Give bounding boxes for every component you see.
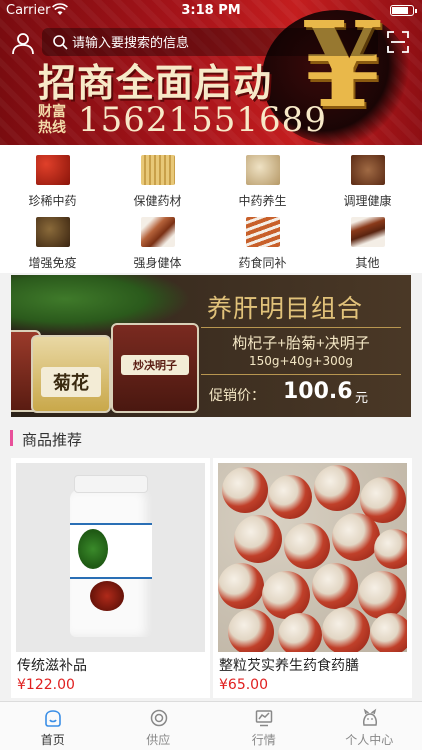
promo-price-label: 促销价： xyxy=(209,388,265,404)
tab-label: 首页 xyxy=(40,733,65,747)
category-label: 调理健康 xyxy=(343,194,392,208)
tab-supply[interactable]: 供应 xyxy=(106,702,212,750)
category-item[interactable]: 其他 xyxy=(315,209,420,271)
search-input[interactable] xyxy=(72,28,372,56)
tab-profile[interactable]: 个人中心 xyxy=(317,702,422,750)
seed-graphic xyxy=(228,609,274,652)
bottle-leaf-graphic xyxy=(78,529,108,569)
category-thumbnail xyxy=(351,155,385,185)
seed-graphic xyxy=(234,515,282,563)
jar-label: 炒决明子 xyxy=(121,355,189,375)
category-thumbnail xyxy=(141,155,175,185)
scan-icon[interactable] xyxy=(386,30,410,54)
seed-graphic xyxy=(262,571,310,619)
category-label: 增强免疫 xyxy=(28,256,77,270)
product-jar: 菊花 xyxy=(31,335,111,413)
status-time: 3:18 PM xyxy=(181,3,241,18)
category-label: 强身健体 xyxy=(133,256,182,270)
seed-graphic xyxy=(312,563,358,609)
product-image xyxy=(218,463,407,652)
tab-bar: 首页 供应 行情 个人中心 xyxy=(0,701,422,750)
seed-graphic xyxy=(314,465,360,511)
jar-label: 菊花 xyxy=(41,367,101,397)
seed-graphic xyxy=(374,529,407,569)
product-card[interactable]: 整粒芡实养生药食药膳 ¥65.00 xyxy=(213,458,412,698)
category-label: 其他 xyxy=(355,256,380,270)
category-grid: 珍稀中药 保健药材 中药养生 调理健康 增强免疫 强身健体 药食同补 其他 xyxy=(0,145,422,273)
supply-icon xyxy=(150,709,167,727)
hero-hotline-label: 财富热线 xyxy=(38,104,66,136)
seed-graphic xyxy=(268,475,312,519)
category-item[interactable]: 保健药材 xyxy=(105,147,210,209)
section-header: 商品推荐 xyxy=(0,420,422,456)
tab-home[interactable]: 首页 xyxy=(0,702,106,750)
tab-label: 行情 xyxy=(251,733,276,747)
product-jar: 炒决明子 xyxy=(111,323,199,413)
profile-icon xyxy=(362,708,377,726)
category-thumbnail xyxy=(351,217,385,247)
promo-price-unit: 元 xyxy=(355,391,369,406)
promo-banner[interactable]: 菊花 炒决明子 养肝明目组合 枸杞子+胎菊+决明子 150g+40g+300g … xyxy=(11,275,411,417)
supplement-bottle xyxy=(70,475,152,637)
category-thumbnail xyxy=(36,155,70,185)
category-item[interactable]: 增强免疫 xyxy=(0,209,105,271)
promo-formula-box: 枸杞子+胎菊+决明子 150g+40g+300g xyxy=(201,327,401,375)
search-icon xyxy=(53,35,68,50)
section-accent-bar xyxy=(10,430,13,446)
seed-graphic xyxy=(278,613,322,652)
product-name: 传统滋补品 xyxy=(17,658,87,674)
seed-graphic xyxy=(332,513,380,561)
category-item[interactable]: 调理健康 xyxy=(315,147,420,209)
status-bar: Carrier 3:18 PM xyxy=(0,0,422,22)
battery-icon xyxy=(390,5,417,16)
category-thumbnail xyxy=(246,217,280,247)
product-card[interactable]: 传统滋补品 ¥122.00 xyxy=(11,458,210,698)
bottle-cap xyxy=(74,475,148,493)
seed-graphic xyxy=(222,467,268,513)
category-label: 保健药材 xyxy=(133,194,182,208)
seed-graphic xyxy=(370,613,407,652)
category-item[interactable]: 珍稀中药 xyxy=(0,147,105,209)
product-name: 整粒芡实养生药食药膳 xyxy=(219,658,359,674)
promo-weights: 150g+40g+300g xyxy=(248,354,354,368)
hero-headline: 招商全面启动 xyxy=(38,60,273,105)
category-thumbnail xyxy=(141,217,175,247)
home-icon xyxy=(45,710,61,727)
section-title: 商品推荐 xyxy=(22,431,83,449)
app-screen: ¥ 招商全面启动 财富热线 15621551689 Carrier 3:18 P… xyxy=(0,0,422,750)
category-label: 中药养生 xyxy=(238,194,287,208)
search-bar[interactable] xyxy=(42,28,378,56)
product-price: ¥122.00 xyxy=(17,677,75,693)
market-icon xyxy=(255,710,273,727)
tab-label: 个人中心 xyxy=(345,733,394,747)
seed-graphic xyxy=(284,523,330,569)
promo-title: 养肝明目组合 xyxy=(207,294,364,323)
hero-hotline-number: 15621551689 xyxy=(78,100,327,140)
user-icon[interactable] xyxy=(10,30,36,56)
category-item[interactable]: 药食同补 xyxy=(210,209,315,271)
category-label: 珍稀中药 xyxy=(28,194,77,208)
bottle-berry-graphic xyxy=(90,581,124,611)
product-image xyxy=(16,463,205,652)
product-price: ¥65.00 xyxy=(219,677,268,693)
tab-label: 供应 xyxy=(146,733,171,747)
tab-market[interactable]: 行情 xyxy=(211,702,317,750)
category-label: 药食同补 xyxy=(238,256,287,270)
category-item[interactable]: 强身健体 xyxy=(105,209,210,271)
seed-graphic xyxy=(218,563,264,609)
promo-price: 100.6 xyxy=(283,379,353,404)
seed-graphic xyxy=(358,571,406,619)
promo-formula: 枸杞子+胎菊+决明子 xyxy=(232,335,370,352)
category-thumbnail xyxy=(36,217,70,247)
seed-graphic xyxy=(322,607,370,652)
category-item[interactable]: 中药养生 xyxy=(210,147,315,209)
category-thumbnail xyxy=(246,155,280,185)
